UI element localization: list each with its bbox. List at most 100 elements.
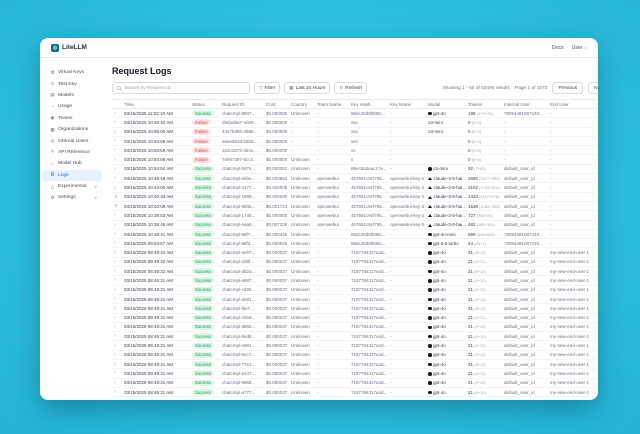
row-expand-chevron[interactable]: › [112,136,122,145]
cell-key-hash: 4b7651c9cf795... [349,201,388,210]
table-row[interactable]: ›03/15/2025 10:54:59 AMFailurea9ae681d-b… [112,136,596,145]
row-expand-chevron[interactable]: › [112,183,122,192]
table-row[interactable]: ›03/15/2025 08:49:31 AMSuccesschatcmpl-a… [112,276,596,285]
cell-request-id: chatcmpl-eaa8... [220,220,264,229]
cell-country: Unknown [289,155,315,164]
row-expand-chevron[interactable]: ∨ [112,192,122,201]
user-menu[interactable]: User ∨ [572,45,587,51]
row-expand-chevron[interactable]: › [112,127,122,136]
row-expand-chevron[interactable]: › [112,332,122,341]
table-row[interactable]: ›03/15/2025 10:54:58 AMFailure7eb67387-6… [112,155,596,164]
cell-key-name: - [388,248,426,257]
row-expand-chevron[interactable]: › [112,304,122,313]
table-row[interactable]: ›03/15/2025 08:49:31 AMSuccesschatcmpl-4… [112,313,596,322]
cell-country: - [289,136,315,145]
sidebar-item-test-key[interactable]: ⊙Test Key [42,78,102,89]
row-expand-chevron[interactable]: › [112,350,122,359]
row-expand-chevron[interactable]: › [112,109,122,118]
table-row[interactable]: ›03/15/2025 08:49:31 AMSuccesschatcmpl-6… [112,369,596,378]
refresh-button[interactable]: ↻ Refresh [334,82,367,94]
docs-link[interactable]: Docs [552,45,564,51]
cell-key-hash: 86ec5a2eac17e... [349,164,388,173]
table-row[interactable]: ›03/15/2025 08:49:31 AMSuccesschatcmpl-6… [112,350,596,359]
table-row[interactable]: ›03/15/2025 08:49:31 AMSuccesschatcmpl-d… [112,322,596,331]
sidebar-item-teams[interactable]: ◉Teams [42,113,102,124]
table-row[interactable]: ›03/15/2025 08:49:31 AMSuccesschatcmpl-8… [112,378,596,387]
row-expand-chevron[interactable]: › [112,164,122,173]
cell-key-name: - [388,155,426,164]
row-expand-chevron[interactable]: › [112,155,122,164]
table-row[interactable]: ›03/15/2025 08:49:32 AMSuccesschatcmpl-d… [112,267,596,276]
row-expand-chevron[interactable]: › [112,146,122,155]
row-expand-chevron[interactable]: › [112,174,122,183]
row-expand-chevron[interactable]: › [112,248,122,257]
table-row[interactable]: ›03/15/2025 10:54:54 AMSuccesschatcmpl-b… [112,164,596,173]
row-expand-chevron[interactable]: › [112,257,122,266]
row-expand-chevron[interactable]: › [112,294,122,303]
table-row[interactable]: ›03/15/2025 10:39:53 AMSuccesschatcmpl-1… [112,211,596,220]
status-badge: Success [192,212,214,218]
status-badge: Success [192,166,214,172]
sidebar-item-logs[interactable]: ≣Logs [42,170,102,181]
table-row[interactable]: ›03/15/2025 10:54:59 AMFailure324c1874-4… [112,146,596,155]
row-expand-chevron[interactable]: › [112,118,122,127]
row-expand-chevron[interactable]: › [112,239,122,248]
search-input[interactable] [124,86,245,91]
cell-country: Unknown [289,360,315,369]
sidebar-item-usage[interactable]: ◔Usage [42,101,102,112]
request-search-box[interactable] [112,82,250,94]
table-row[interactable]: ∨03/15/2025 10:40:33 AMSuccesschatcmpl-1… [112,192,596,201]
table-row[interactable]: ›03/15/2025 08:49:32 AMSuccesschatcmpl-2… [112,257,596,266]
row-expand-chevron[interactable]: › [112,341,122,350]
table-row[interactable]: ›03/15/2025 08:49:31 AMSuccesschatcmpl-e… [112,341,596,350]
table-row[interactable]: ›03/15/2025 10:55:00 AMFailure4347bd9b-3… [112,127,596,136]
table-row[interactable]: ›03/15/2025 08:49:31 AMSuccesschatcmpl-6… [112,332,596,341]
table-row[interactable]: ›03/15/2025 10:38:41 AMSuccesschatcmpl-8… [112,229,596,238]
cell-cost: $0.000000 [264,136,289,145]
cell-tokens: 92 (7+85) [466,164,502,173]
filter-button[interactable]: ▽ Filter [254,82,280,94]
row-expand-chevron[interactable]: ∨ [112,201,122,210]
time-range-button[interactable]: ▦ Last 24 Hours [284,82,330,94]
row-expand-chevron[interactable]: › [112,378,122,387]
table-row[interactable]: ›03/15/2025 08:49:31 AMSuccesschatcmpl-a… [112,387,596,396]
sidebar-item-api-reference[interactable]: ✎API Reference [42,147,102,158]
cell-tokens: 44 (43+1) [466,239,502,248]
cell-cost: $0.000037 [264,369,289,378]
row-expand-chevron[interactable]: › [112,267,122,276]
row-expand-chevron[interactable]: › [112,387,122,396]
sidebar-item-experimental[interactable]: △Experimental∨ [42,181,102,192]
table-row[interactable]: ›03/15/2025 09:53:57 AMSuccesschatcmpl-8… [112,239,596,248]
row-expand-chevron[interactable]: › [112,322,122,331]
sidebar-item-model-hub[interactable]: ⌂Model Hub [42,158,102,169]
users-icon: ◎ [50,138,55,144]
litellm-logo-icon: ◍ [51,44,59,52]
table-row[interactable]: ›03/15/2025 10:55:42 AMFailured8dad5a7-e… [112,118,596,127]
row-expand-chevron[interactable]: › [112,369,122,378]
sidebar-item-models[interactable]: ▤Models [42,90,102,101]
table-row[interactable]: ›03/15/2025 10:43:00 AMSuccesschatcmpl-4… [112,183,596,192]
table-row[interactable]: ›03/15/2025 08:49:32 AMSuccesschatcmpl-4… [112,248,596,257]
sidebar-item-settings[interactable]: ⚙Settings∨ [42,192,102,203]
table-row[interactable]: ›03/15/2025 08:49:31 AMSuccesschatcmpl-f… [112,304,596,313]
row-expand-chevron[interactable]: › [112,313,122,322]
cell-internal-user: default_user_id [502,294,548,303]
previous-page-button[interactable]: Previous [552,82,583,94]
row-expand-chevron[interactable]: › [112,229,122,238]
table-row[interactable]: ∨03/15/2025 10:40:08 AMSuccesschatcmpl-8… [112,201,596,210]
row-expand-chevron[interactable]: › [112,211,122,220]
table-row[interactable]: ›03/15/2025 10:39:46 AMSuccesschatcmpl-e… [112,220,596,229]
table-row[interactable]: ›03/15/2025 11:02:10 AMSuccesschatcmpl-8… [112,109,596,118]
sidebar-item-organizations[interactable]: ▦Organizations [42,124,102,135]
sidebar-item-internal-users[interactable]: ◎Internal Users [42,135,102,146]
table-row[interactable]: ›03/15/2025 08:49:31 AMSuccesschatcmpl-7… [112,360,596,369]
table-row[interactable]: ›03/15/2025 08:49:31 AMSuccesschatcmpl-d… [112,294,596,303]
row-expand-chevron[interactable]: › [112,220,122,229]
table-row[interactable]: ›03/15/2025 08:49:31 AMSuccesschatcmpl-c… [112,285,596,294]
row-expand-chevron[interactable]: › [112,360,122,369]
table-row[interactable]: ›03/15/2025 10:45:49 AMSuccesschatcmpl-e… [112,174,596,183]
row-expand-chevron[interactable]: › [112,276,122,285]
sidebar-item-virtual-keys[interactable]: ⌘Virtual Keys [42,67,102,78]
row-expand-chevron[interactable]: › [112,285,122,294]
next-page-button[interactable]: Next [588,82,598,94]
